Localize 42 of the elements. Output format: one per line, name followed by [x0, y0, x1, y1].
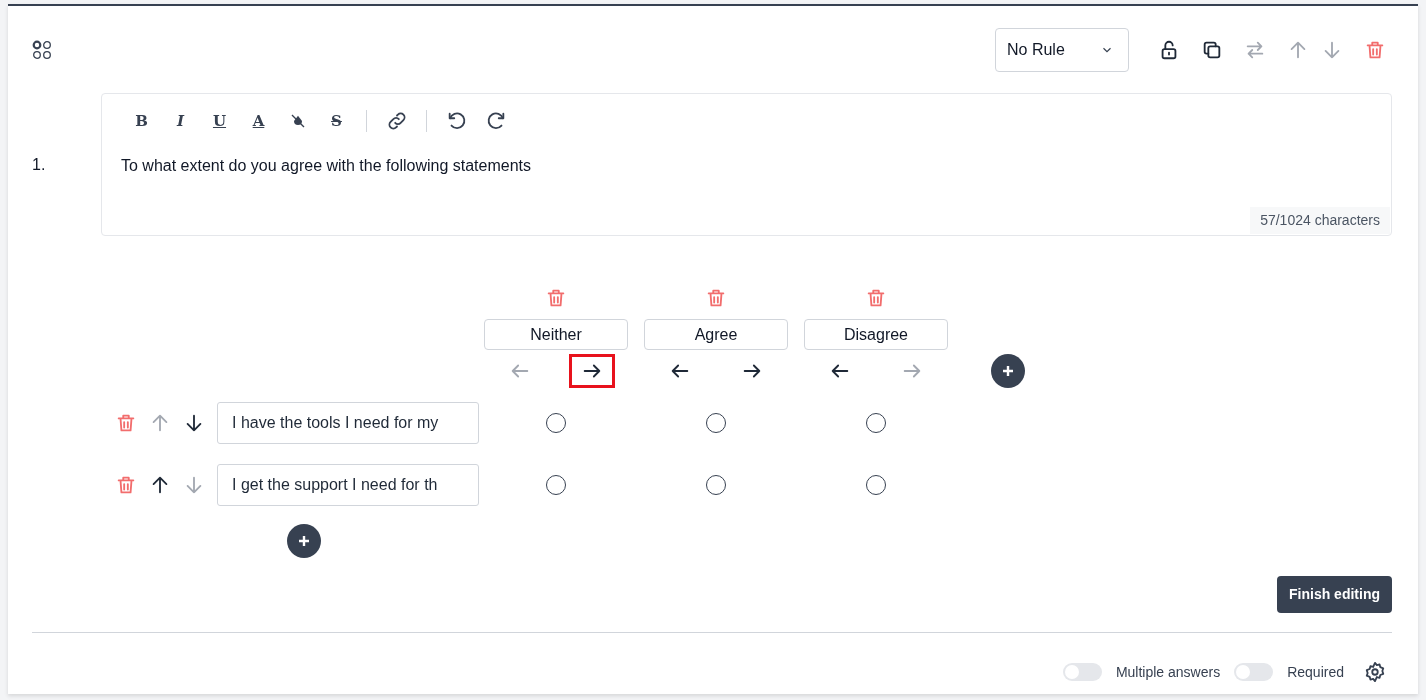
settings-icon: [1364, 661, 1386, 683]
radio-button[interactable]: [546, 475, 566, 495]
radio-button[interactable]: [866, 475, 886, 495]
strike-button[interactable]: S: [317, 108, 356, 134]
toggle-switch[interactable]: [1062, 663, 1102, 681]
column-label-field[interactable]: Neither: [484, 319, 628, 350]
slashed-drop-icon: [289, 113, 306, 129]
grip-icon[interactable]: [32, 40, 52, 60]
finish-editing-button[interactable]: Finish editing: [1277, 576, 1392, 613]
trash-icon: [545, 287, 567, 309]
color-button[interactable]: A: [239, 108, 278, 134]
character-counter: 57/1024 characters: [1250, 207, 1390, 234]
add-row-button[interactable]: [287, 524, 321, 558]
row-label-field[interactable]: I have the tools I need for my: [217, 402, 479, 444]
question-number: 1.: [32, 156, 46, 173]
add-column-button[interactable]: [991, 354, 1025, 388]
radio-button[interactable]: [866, 413, 886, 433]
radio-button[interactable]: [706, 475, 726, 495]
radio-button[interactable]: [706, 413, 726, 433]
rule-select[interactable]: No Rule: [995, 28, 1129, 72]
bold-button[interactable]: B: [122, 108, 161, 134]
trash-icon: [865, 287, 887, 309]
toggle-label: Required: [1287, 662, 1344, 682]
swap-arrows-icon: [1244, 39, 1266, 61]
trash-icon: [705, 287, 727, 309]
trash-icon: [115, 474, 137, 496]
plus-icon: [298, 535, 310, 547]
trash-icon: [1364, 39, 1386, 61]
question-editor[interactable]: B I U A S To what extent do you agree with the following statements 57/1024 characters: [101, 93, 1392, 236]
column-label-field[interactable]: Agree: [644, 319, 788, 350]
trash-icon: [115, 412, 137, 434]
plus-icon: [1002, 365, 1014, 377]
toggle-label: Multiple answers: [1115, 662, 1221, 682]
question-text[interactable]: To what extent do you agree with the following statements: [102, 134, 1391, 178]
copy-icon: [1201, 39, 1223, 61]
move-right-button[interactable]: [569, 354, 615, 388]
radio-button[interactable]: [546, 413, 566, 433]
italic-button[interactable]: I: [161, 108, 200, 134]
column-label-field[interactable]: Disagree: [804, 319, 948, 350]
underline-button[interactable]: U: [200, 108, 239, 134]
toggle-switch[interactable]: [1234, 663, 1274, 681]
row-label-field[interactable]: I get the support I need for th: [217, 464, 479, 506]
